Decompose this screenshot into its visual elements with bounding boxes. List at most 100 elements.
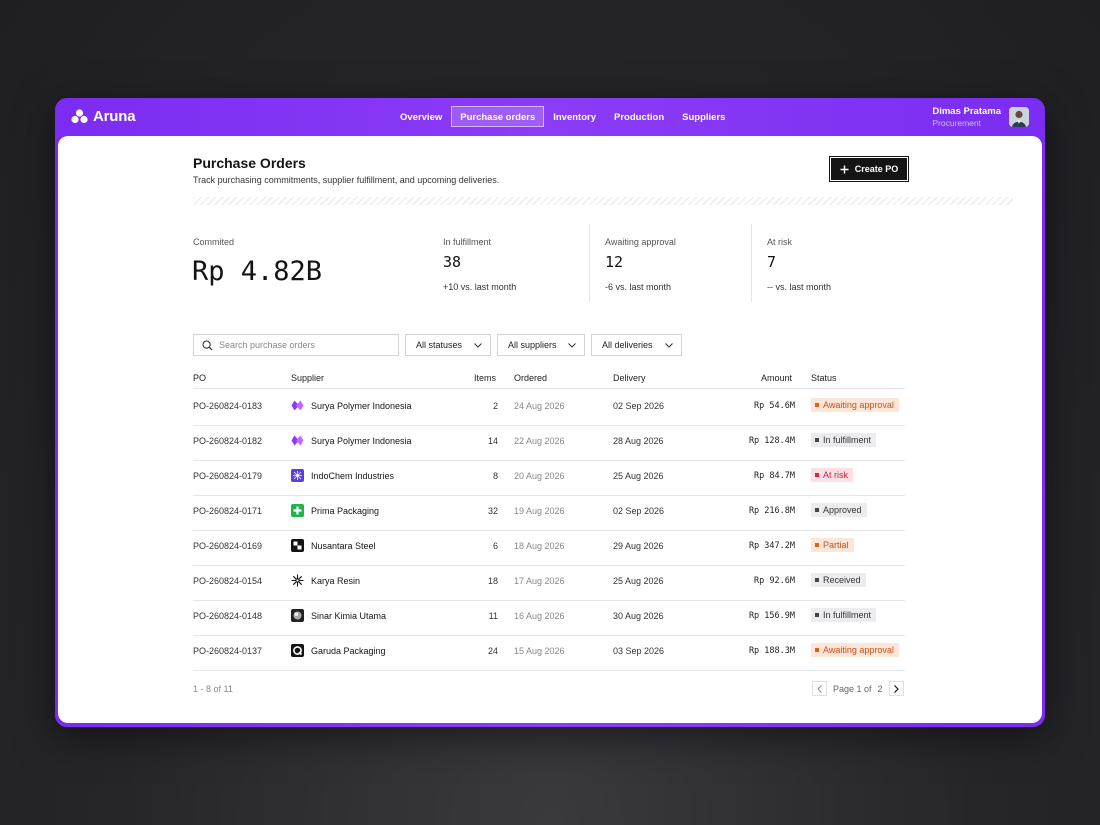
user-role: Procurement [932, 118, 982, 128]
amount: Rp 188.3M [748, 646, 795, 656]
user-menu[interactable]: Dimas Pratama Procurement [932, 106, 1029, 128]
status-dot-icon [815, 438, 819, 442]
supplier-cell: Nusantara Steel [291, 539, 376, 552]
ordered-date: 15 Aug 2026 [514, 646, 565, 656]
supplier-name: IndoChem Industries [311, 470, 395, 481]
status-filter[interactable]: All statuses [405, 334, 491, 356]
ordered-date: 16 Aug 2026 [514, 611, 565, 621]
table-row[interactable]: PO-260824-0183 Surya Polymer Indonesia 2 24… [193, 390, 905, 425]
next-page-button[interactable] [888, 681, 904, 696]
status-label: In fulfillment [823, 435, 872, 445]
supplier-cell: Garuda Packaging [291, 644, 386, 657]
result-count: 1 - 8 of 11 [193, 684, 233, 694]
col-amount[interactable]: Amount [761, 373, 792, 383]
avatar[interactable] [1009, 107, 1029, 127]
table-row[interactable]: PO-260824-0169 Nusantara Steel 6 18 Aug 202… [193, 530, 905, 565]
po-number[interactable]: PO-260824-0169 [193, 541, 262, 551]
chevron-down-icon [568, 342, 576, 348]
supplier-filter-label: All suppliers [508, 340, 557, 350]
surya-logo-icon [291, 434, 304, 447]
plus-icon [840, 165, 849, 173]
nav-suppliers[interactable]: Suppliers [673, 106, 734, 127]
amount: Rp 84.7M [754, 471, 795, 481]
app-window: Aruna Overview Purchase orders Inventory… [55, 98, 1045, 727]
nusantara-logo-icon [291, 539, 304, 552]
table-row[interactable]: PO-260824-0137 Garuda Packaging 24 15 Aug 2… [193, 635, 905, 670]
chevron-right-icon [893, 684, 899, 693]
status-label: In fulfillment [823, 610, 872, 620]
table-row[interactable]: PO-260824-0182 Surya Polymer Indonesia 14 2… [193, 425, 905, 460]
create-po-label: Create PO [854, 164, 899, 174]
items-count: 18 [487, 576, 498, 586]
col-status[interactable]: Status [811, 373, 837, 383]
table-row[interactable]: PO-260824-0148 Sinar Kimia Utama 11 16 Aug … [193, 600, 905, 635]
po-number[interactable]: PO-260824-0148 [193, 611, 262, 621]
stat-awaiting-delta: -6 vs. last month [605, 282, 672, 292]
stat-divider [589, 224, 590, 302]
items-count: 11 [488, 611, 498, 621]
table-row[interactable]: PO-260824-0179 IndoChem Industries 8 20 Aug… [193, 460, 905, 495]
search-box[interactable] [193, 334, 399, 356]
delivery-date: 02 Sep 2026 [613, 401, 665, 411]
status-badge: In fulfillment [811, 608, 877, 622]
create-po-button[interactable]: Create PO [829, 156, 909, 182]
items-count: 6 [492, 541, 498, 551]
stat-risk-delta: -- vs. last month [767, 282, 832, 292]
ordered-date: 20 Aug 2026 [514, 471, 565, 481]
ordered-date: 24 Aug 2026 [514, 401, 565, 411]
delivery-date: 30 Aug 2026 [613, 611, 664, 621]
col-supplier[interactable]: Supplier [291, 373, 324, 383]
status-badge: Partial [811, 538, 854, 552]
status-cell: In fulfillment [811, 433, 877, 447]
hatch-divider [193, 197, 1013, 205]
amount: Rp 92.6M [754, 576, 795, 586]
nav-overview[interactable]: Overview [391, 106, 451, 127]
stat-commited-value: Rp 4.82B [192, 256, 323, 287]
stat-fulfillment-label: In fulfillment [443, 237, 492, 247]
supplier-filter[interactable]: All suppliers [497, 334, 585, 356]
status-label: At risk [823, 470, 849, 480]
search-input[interactable] [219, 340, 389, 350]
delivery-date: 25 Aug 2026 [613, 471, 664, 481]
po-number[interactable]: PO-260824-0179 [193, 471, 262, 481]
col-ordered[interactable]: Ordered [514, 373, 547, 383]
status-dot-icon [815, 613, 819, 617]
col-po[interactable]: PO [193, 373, 206, 383]
status-label: Received [823, 575, 861, 585]
sinar-logo-icon [291, 609, 304, 622]
stat-fulfillment-value: 38 [443, 253, 462, 271]
col-delivery[interactable]: Delivery [613, 373, 646, 383]
status-cell: Awaiting approval [811, 643, 899, 657]
status-cell: At risk [811, 468, 854, 482]
po-number[interactable]: PO-260824-0171 [193, 506, 262, 516]
po-number[interactable]: PO-260824-0137 [193, 646, 262, 656]
col-items[interactable]: Items [474, 373, 496, 383]
stat-awaiting-value: 12 [605, 253, 624, 271]
app-name: Aruna [93, 108, 136, 125]
indochem-logo-icon [291, 469, 304, 482]
prev-page-button[interactable] [812, 681, 827, 696]
ordered-date: 18 Aug 2026 [514, 541, 565, 551]
app-logo[interactable]: Aruna [71, 108, 136, 125]
stat-awaiting-label: Awaiting approval [605, 237, 676, 247]
status-cell: Received [811, 573, 866, 587]
delivery-filter[interactable]: All deliveries [591, 334, 682, 356]
table-row[interactable]: PO-260824-0154 Karya Resin 18 17 Aug 2026 25… [193, 565, 905, 600]
stat-divider [751, 224, 752, 302]
status-badge: In fulfillment [811, 433, 877, 447]
po-number[interactable]: PO-260824-0154 [193, 576, 262, 586]
po-number[interactable]: PO-260824-0183 [193, 401, 262, 411]
status-badge: Received [811, 573, 866, 587]
amount: Rp 347.2M [748, 541, 795, 551]
nav-production[interactable]: Production [605, 106, 673, 127]
surya-logo-icon [291, 399, 304, 412]
nav-purchase-orders[interactable]: Purchase orders [451, 106, 545, 127]
status-badge: Approved [811, 503, 867, 517]
status-cell: Approved [811, 503, 867, 517]
supplier-cell: Surya Polymer Indonesia [291, 434, 412, 447]
po-number[interactable]: PO-260824-0182 [193, 436, 262, 446]
table-row[interactable]: PO-260824-0171 Prima Packaging 32 19 Aug 20… [193, 495, 905, 530]
supplier-name: Surya Polymer Indonesia [311, 435, 412, 446]
status-label: Partial [823, 540, 849, 550]
nav-inventory[interactable]: Inventory [544, 106, 605, 127]
